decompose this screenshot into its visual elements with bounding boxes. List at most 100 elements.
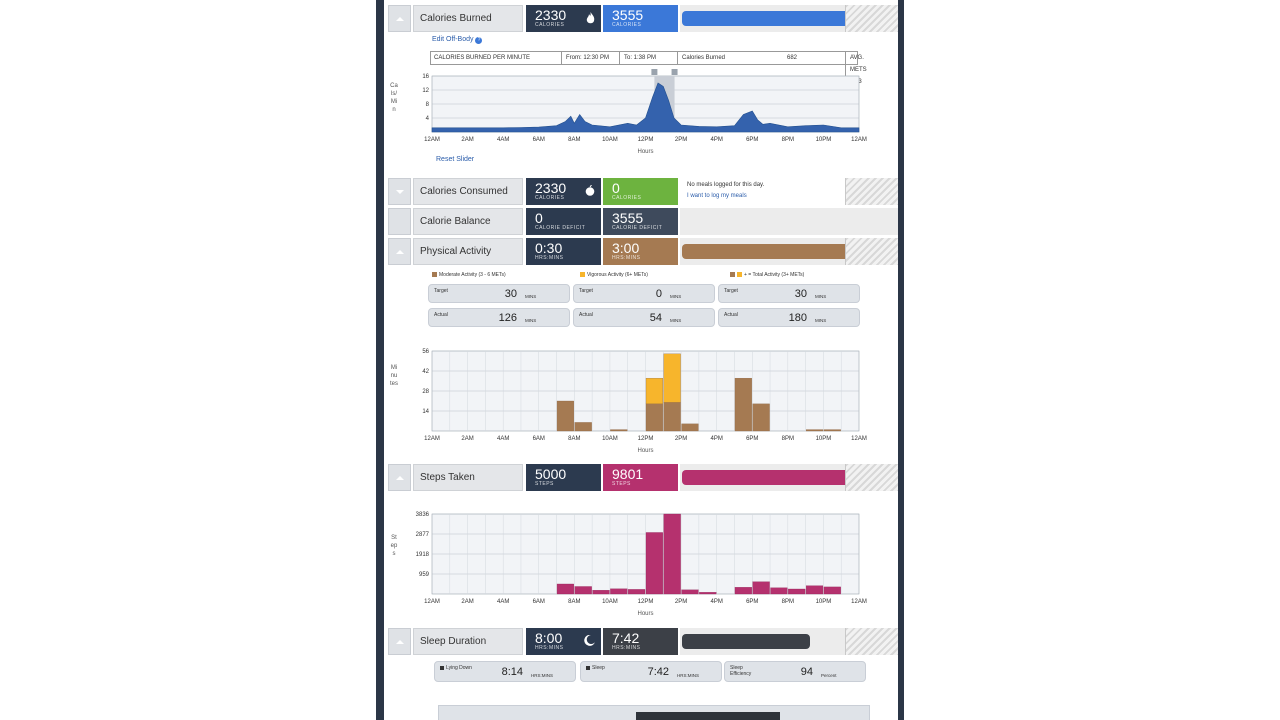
row-label: Calorie Balance — [413, 208, 523, 235]
calories-chart[interactable]: 4 8 12 16 12AM 2AM 4AM 6AM 8AM 10AM 12PM 2PM 4PM 6PM 8… — [414, 66, 874, 166]
card-unit: MINS — [525, 294, 537, 299]
sleep-efficiency-card: Sleep Efficiency 94 Percent — [724, 661, 866, 682]
y-tick-label: 56 — [422, 349, 429, 355]
activity-chart[interactable]: 14 28 42 56 12AM 2AM 4AM 6AM 8AM 10AM 12PM 2PM 4PM 6P… — [414, 343, 874, 461]
info-burned-label: Calories Burned — [677, 52, 725, 64]
chevron-down-icon — [396, 190, 404, 194]
card-value: 30 — [794, 288, 807, 300]
row-spacer — [388, 208, 411, 235]
x-tick-label: 12PM — [638, 599, 654, 605]
x-tick-label: 2PM — [675, 137, 687, 143]
x-tick-label: 2PM — [675, 436, 687, 442]
edit-offbody-link[interactable]: Edit Off-Body ? — [432, 36, 483, 44]
moderate-bar — [610, 429, 628, 432]
x-tick-label: 12AM — [851, 436, 867, 442]
actual-box: 3:00 HRS:MINS — [603, 238, 678, 265]
actual-unit: CALORIES — [612, 22, 642, 28]
sleep-block — [636, 712, 780, 720]
goal-box: 0 CALORIE DEFICIT — [526, 208, 601, 235]
x-tick-label: 10PM — [816, 436, 832, 442]
row-label: Physical Activity — [413, 238, 523, 265]
x-tick-label: 8PM — [782, 436, 794, 442]
x-tick-label: 12PM — [638, 436, 654, 442]
actual-unit: CALORIE DEFICIT — [612, 225, 663, 231]
x-tick-label: 2AM — [461, 436, 473, 442]
goal-unit: CALORIE DEFICIT — [535, 225, 586, 231]
card-label: Sleep Efficiency — [730, 665, 752, 677]
x-tick-label: 12AM — [851, 599, 867, 605]
x-tick-label: 6AM — [533, 599, 545, 605]
card-label: Target — [434, 288, 448, 294]
x-tick-label: 12AM — [424, 436, 440, 442]
steps-chart[interactable]: 959 1918 2877 3836 12AM 2AM 4AM 6AM 8AM 10AM 12PM 2… — [414, 508, 874, 626]
card-unit: HRS:MINS — [531, 673, 554, 678]
reset-slider-link[interactable]: Reset Slider — [436, 156, 474, 163]
card-unit: Percent — [821, 673, 837, 678]
x-tick-label: 4PM — [710, 436, 722, 442]
row-label: Sleep Duration — [413, 628, 523, 655]
y-tick-label: 8 — [426, 102, 430, 108]
actual-value: 3555 — [612, 210, 644, 226]
moderate-bar — [663, 402, 681, 432]
x-tick-label: 10AM — [602, 436, 618, 442]
goal-unit: CALORIES — [535, 195, 565, 201]
info-burned-value: 682 — [787, 55, 798, 61]
moderate-actual-card: Actual 126 MINS — [428, 308, 570, 327]
progress-hatch — [845, 178, 898, 205]
flame-icon — [586, 12, 595, 24]
physical-activity-row: Physical Activity 0:30 HRS:MINS 3:00 HRS… — [388, 238, 898, 265]
card-label: Target — [724, 288, 738, 294]
actual-unit: HRS:MINS — [612, 645, 641, 651]
steps-bar — [592, 590, 610, 595]
x-tick-label: 2AM — [461, 137, 473, 143]
square-icon — [586, 665, 590, 670]
moderate-bar — [823, 429, 841, 432]
moderate-bar — [645, 403, 663, 432]
x-tick-label: 10AM — [602, 599, 618, 605]
collapse-toggle[interactable] — [388, 628, 411, 655]
steps-bar — [699, 592, 717, 595]
x-tick-label: 8AM — [568, 599, 580, 605]
collapse-toggle[interactable] — [388, 238, 411, 265]
y-tick-label: 3836 — [416, 512, 430, 518]
collapse-toggle[interactable] — [388, 5, 411, 32]
legend-moderate: Moderate Activity (3 - 6 METs) — [432, 272, 506, 278]
steps-row: Steps Taken 5000 STEPS 9801 STEPS — [388, 464, 898, 491]
sleep-icon-label: Sleep — [586, 665, 605, 671]
progress-hatch — [845, 628, 898, 655]
log-meals-link[interactable]: I want to log my meals — [687, 193, 747, 199]
card-unit: MINS — [670, 294, 682, 299]
y-tick-label: 16 — [422, 74, 429, 80]
x-tick-label: 10PM — [816, 137, 832, 143]
x-tick-label: 6PM — [746, 436, 758, 442]
x-axis-label: Hours — [637, 149, 653, 155]
goal-value: 5000 — [535, 466, 567, 482]
collapse-toggle[interactable] — [388, 464, 411, 491]
calories-consumed-row: Calories Consumed 2330 CALORIES 0 CALORI… — [388, 178, 898, 205]
card-value: 126 — [498, 312, 517, 324]
x-tick-label: 10AM — [602, 137, 618, 143]
calorie-balance-row: Calorie Balance 0 CALORIE DEFICIT 3555 C… — [388, 208, 898, 235]
selection-info-bar: CALORIES BURNED PER MINUTE From: 12:30 P… — [430, 51, 867, 88]
x-axis-label: Hours — [637, 611, 653, 617]
y-tick-label: 12 — [422, 88, 429, 94]
vigorous-target-card: Target 0 MINS — [573, 284, 715, 303]
actual-value: 9801 — [612, 466, 644, 482]
expand-toggle[interactable] — [388, 178, 411, 205]
goal-box: 5000 STEPS — [526, 464, 601, 491]
chevron-up-icon — [396, 476, 404, 480]
progress-track — [680, 464, 898, 491]
x-tick-label: 4AM — [497, 137, 509, 143]
progress-hatch — [845, 5, 898, 32]
progress-track — [680, 628, 898, 655]
card-unit: MINS — [525, 318, 537, 323]
y-axis-label: Cals/Min — [390, 83, 398, 113]
progress-hatch — [845, 464, 898, 491]
card-unit: HRS:MINS — [677, 673, 700, 678]
x-axis-label: Hours — [637, 448, 653, 454]
progress-fill — [682, 634, 811, 649]
goal-unit: STEPS — [535, 481, 554, 487]
moderate-bar — [805, 429, 824, 432]
card-value: 7:42 — [647, 666, 669, 678]
y-tick-label: 2877 — [416, 532, 430, 538]
